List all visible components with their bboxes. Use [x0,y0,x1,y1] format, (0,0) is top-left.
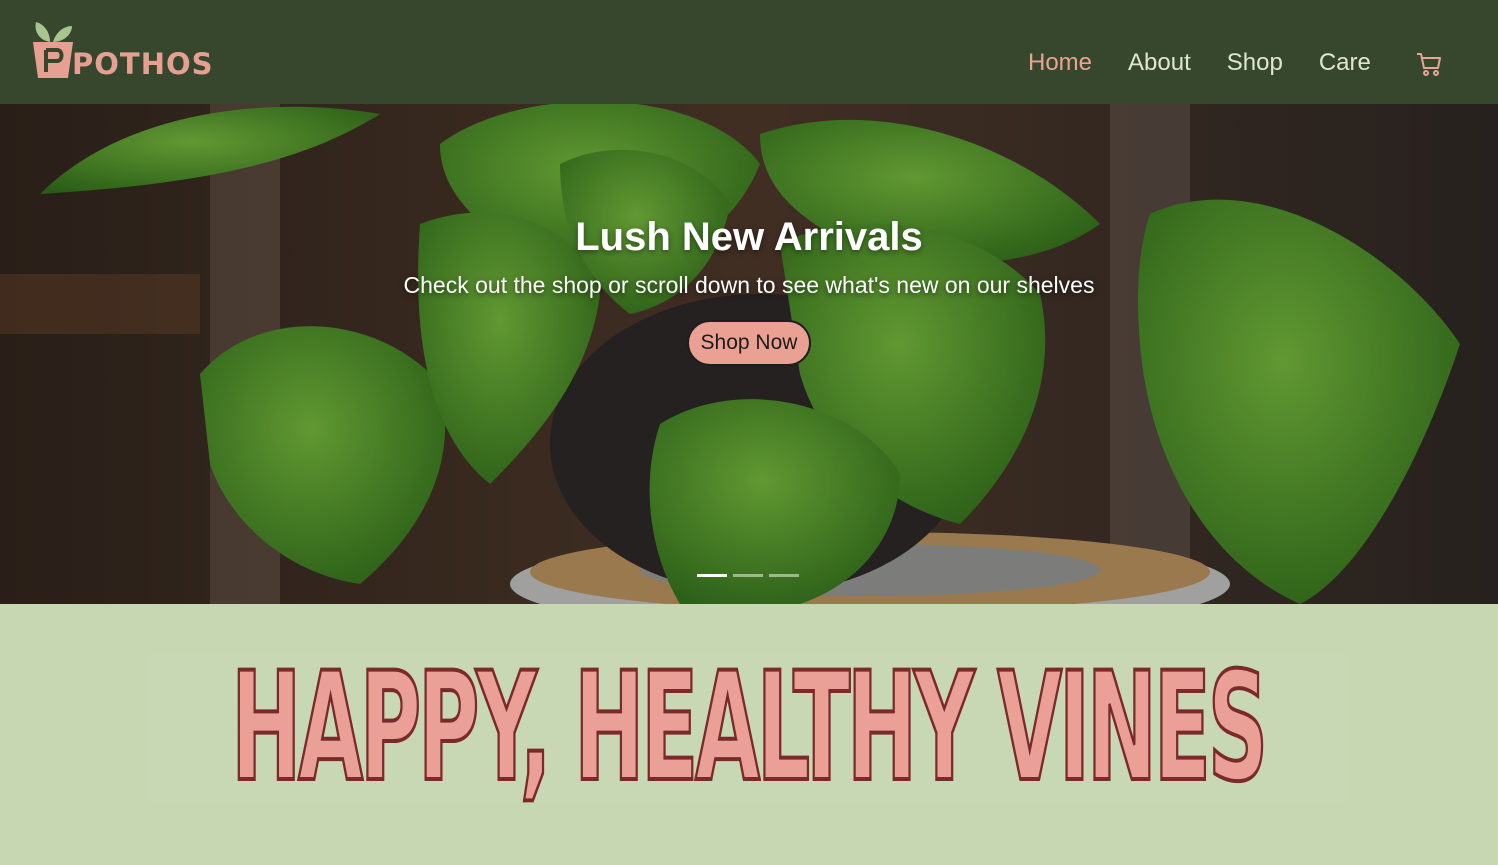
carousel-dot-2[interactable] [733,574,763,577]
carousel-dot-3[interactable] [769,574,799,577]
carousel-indicators [697,574,805,577]
banner-headline: HAPPY, HEALTHY VINES [230,641,1269,815]
brand-logo[interactable]: POTHOS [30,20,213,82]
nav-shop-link[interactable]: Shop [1227,48,1283,78]
shop-now-button[interactable]: Shop Now [686,320,812,366]
carousel-dot-1[interactable] [697,574,727,577]
brand-name: POTHOS [72,47,214,81]
hero-content: Lush New Arrivals Check out the shop or … [0,212,1498,366]
nav-about-link[interactable]: About [1128,48,1191,78]
plant-pot-icon [33,22,73,78]
shopping-cart-icon[interactable] [1416,52,1442,76]
main-nav: Home About Shop Care [1028,48,1407,78]
site-header: POTHOS Home About Shop Care [0,0,1498,104]
nav-home-link[interactable]: Home [1028,48,1092,78]
hero-subtitle: Check out the shop or scroll down to see… [403,272,1095,298]
nav-care-link[interactable]: Care [1319,48,1371,78]
hero-carousel: Lush New Arrivals Check out the shop or … [0,104,1498,604]
hero-title: Lush New Arrivals [575,215,923,259]
headline-banner: HAPPY, HEALTHY VINES [148,641,1348,815]
